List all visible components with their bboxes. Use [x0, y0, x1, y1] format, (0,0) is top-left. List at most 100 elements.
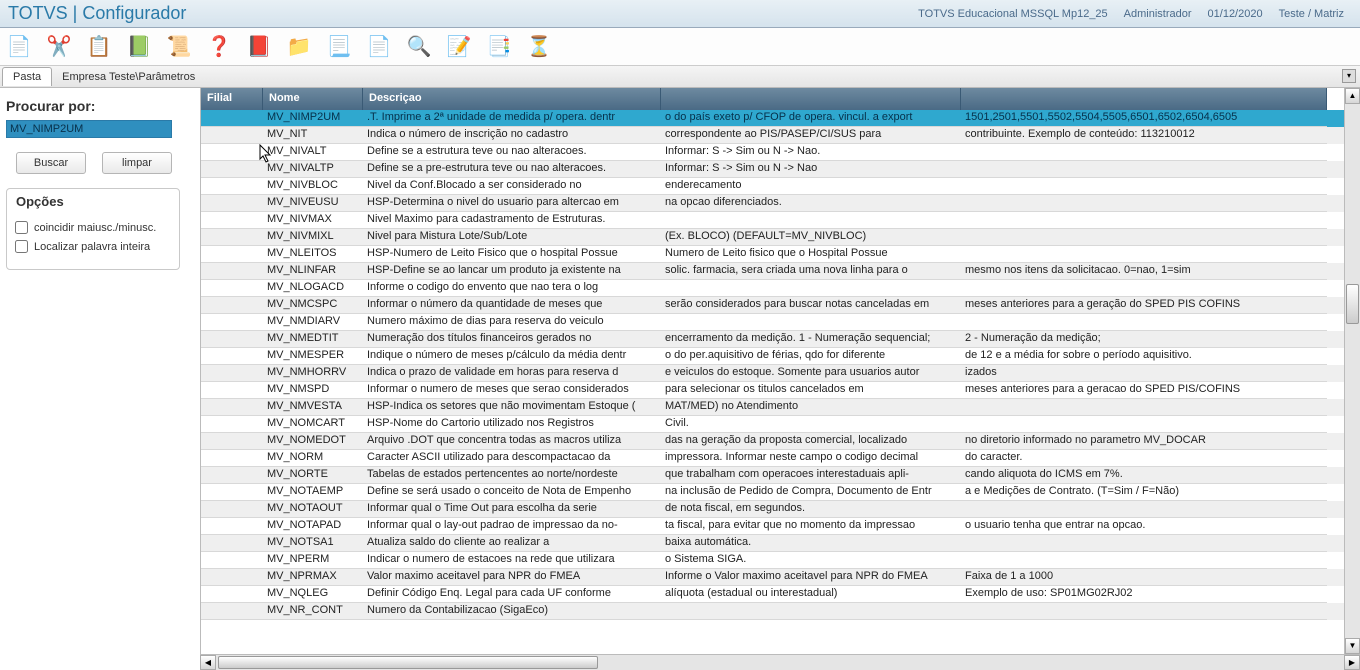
- table-row[interactable]: MV_NIVALTPDefine se a pre-estrutura teve…: [201, 161, 1344, 178]
- scroll-down-icon[interactable]: ▼: [1345, 638, 1360, 654]
- table-row[interactable]: MV_NOTAPADInformar qual o lay-out padrao…: [201, 518, 1344, 535]
- help-icon[interactable]: ❓: [206, 34, 232, 60]
- cell: de nota fiscal, em segundos.: [661, 501, 961, 518]
- scroll-left-icon[interactable]: ◀: [200, 655, 216, 670]
- cell: [961, 178, 1327, 195]
- table-row[interactable]: MV_NIMP2UM.T. Imprime a 2ª unidade de me…: [201, 110, 1344, 127]
- hscroll-thumb[interactable]: [218, 656, 598, 669]
- cell: HSP-Indica os setores que não movimentam…: [363, 399, 661, 416]
- options-box: Opções coincidir maiusc./minusc. Localiz…: [6, 188, 180, 270]
- horizontal-scrollbar[interactable]: ◀ ▶: [200, 654, 1360, 670]
- hscroll-track[interactable]: [216, 655, 1344, 670]
- scroll-right-icon[interactable]: ▶: [1344, 655, 1360, 670]
- table-row[interactable]: MV_NPRMAXValor maximo aceitavel para NPR…: [201, 569, 1344, 586]
- cell: MV_NLINFAR: [263, 263, 363, 280]
- table-row[interactable]: MV_NIVALTDefine se a estrutura teve ou n…: [201, 144, 1344, 161]
- clear-button[interactable]: limpar: [102, 152, 172, 174]
- zoom-page-icon[interactable]: 🔍: [406, 34, 432, 60]
- table-row[interactable]: MV_NIVMIXLNivel para Mistura Lote/Sub/Lo…: [201, 229, 1344, 246]
- col-nome[interactable]: Nome: [263, 88, 363, 110]
- cell: solic. farmacia, sera criada uma nova li…: [661, 263, 961, 280]
- table-row[interactable]: MV_NMHORRVIndica o prazo de validade em …: [201, 365, 1344, 382]
- table-row[interactable]: MV_NOTSA1Atualiza saldo do cliente ao re…: [201, 535, 1344, 552]
- table-row[interactable]: MV_NOTAOUTInformar qual o Time Out para …: [201, 501, 1344, 518]
- cell: MV_NMDIARV: [263, 314, 363, 331]
- env-label: TOTVS Educacional MSSQL Mp12_25: [910, 8, 1116, 20]
- table-row[interactable]: MV_NMVESTAHSP-Indica os setores que não …: [201, 399, 1344, 416]
- whole-word-checkbox[interactable]: [15, 240, 28, 253]
- paste-icon[interactable]: 📋: [86, 34, 112, 60]
- add-page-icon[interactable]: 📄: [366, 34, 392, 60]
- search-button[interactable]: Buscar: [16, 152, 86, 174]
- cell: .T. Imprime a 2ª unidade de medida p/ op…: [363, 110, 661, 127]
- cell: MV_NIT: [263, 127, 363, 144]
- table-row[interactable]: MV_NLEITOSHSP-Numero de Leito Fisico que…: [201, 246, 1344, 263]
- cell: MV_NIVBLOC: [263, 178, 363, 195]
- cell: Numero da Contabilizacao (SigaEco): [363, 603, 661, 620]
- cell: [201, 382, 263, 399]
- table-row[interactable]: MV_NMCSPCInformar o número da quantidade…: [201, 297, 1344, 314]
- filter-icon[interactable]: ⏳: [526, 34, 552, 60]
- table-row[interactable]: MV_NMEDTITNumeração dos títulos financei…: [201, 331, 1344, 348]
- cell: [201, 331, 263, 348]
- cell: 2 - Numeração da medição;: [961, 331, 1327, 348]
- whole-word-label: Localizar palavra inteira: [34, 241, 150, 253]
- vscroll-thumb[interactable]: [1346, 284, 1359, 324]
- cell: Atualiza saldo do cliente ao realizar a: [363, 535, 661, 552]
- vscroll-track[interactable]: [1345, 104, 1360, 638]
- list-icon[interactable]: 📃: [326, 34, 352, 60]
- table-row[interactable]: MV_NMESPERIndique o número de meses p/cá…: [201, 348, 1344, 365]
- col-ext1[interactable]: [661, 88, 961, 110]
- table-row[interactable]: MV_NQLEGDefinir Código Enq. Legal para c…: [201, 586, 1344, 603]
- table-row[interactable]: MV_NPERMIndicar o numero de estacoes na …: [201, 552, 1344, 569]
- cell: [201, 229, 263, 246]
- table-row[interactable]: MV_NORTETabelas de estados pertencentes …: [201, 467, 1344, 484]
- log-icon[interactable]: 📜: [166, 34, 192, 60]
- pages-icon[interactable]: 📑: [486, 34, 512, 60]
- search-input[interactable]: [6, 120, 172, 138]
- table-row[interactable]: MV_NIVBLOCNivel da Conf.Blocado a ser co…: [201, 178, 1344, 195]
- cell: que trabalham com operacoes interestadua…: [661, 467, 961, 484]
- col-filial[interactable]: Filial: [201, 88, 263, 110]
- table-row[interactable]: MV_NIVEUSUHSP-Determina o nivel do usuar…: [201, 195, 1344, 212]
- vertical-scrollbar[interactable]: ▲ ▼ ▼: [1344, 88, 1360, 670]
- cell: Numero de Leito fisico que o Hospital Po…: [661, 246, 961, 263]
- grid-body: MV_NIMP2UM.T. Imprime a 2ª unidade de me…: [201, 110, 1344, 620]
- table-row[interactable]: MV_NLINFARHSP-Define se ao lancar um pro…: [201, 263, 1344, 280]
- cell: HSP-Determina o nivel do usuario para al…: [363, 195, 661, 212]
- match-case-checkbox[interactable]: [15, 221, 28, 234]
- table-row[interactable]: MV_NOMEDOTArquivo .DOT que concentra tod…: [201, 433, 1344, 450]
- table-row[interactable]: MV_NITIndica o número de inscrição no ca…: [201, 127, 1344, 144]
- cell: [961, 229, 1327, 246]
- cell: HSP-Numero de Leito Fisico que o hospita…: [363, 246, 661, 263]
- scroll-up-icon[interactable]: ▲: [1345, 88, 1360, 104]
- table-row[interactable]: MV_NORMCaracter ASCII utilizado para des…: [201, 450, 1344, 467]
- cell: Faixa de 1 a 1000: [961, 569, 1327, 586]
- cell: [961, 144, 1327, 161]
- cell: impressora. Informar neste campo o codig…: [661, 450, 961, 467]
- parameters-grid[interactable]: Filial Nome Descriçao MV_NIMP2UM.T. Impr…: [200, 88, 1344, 670]
- edit-page-icon[interactable]: 📝: [446, 34, 472, 60]
- table-row[interactable]: MV_NLOGACDInforme o codigo do envento qu…: [201, 280, 1344, 297]
- col-descricao[interactable]: Descriçao: [363, 88, 661, 110]
- table-row[interactable]: MV_NOTAEMPDefine se será usado o conceit…: [201, 484, 1344, 501]
- cell: MV_NOTSA1: [263, 535, 363, 552]
- table-row[interactable]: MV_NIVMAXNivel Maximo para cadastramento…: [201, 212, 1344, 229]
- toolbar: 📄 ✂️ 📋 📗 📜 ❓ 📕 📁 📃 📄 🔍 📝 📑 ⏳: [0, 28, 1360, 66]
- table-row[interactable]: MV_NR_CONTNumero da Contabilizacao (Siga…: [201, 603, 1344, 620]
- table-row[interactable]: MV_NOMCARTHSP-Nome do Cartorio utilizado…: [201, 416, 1344, 433]
- folder-icon[interactable]: 📁: [286, 34, 312, 60]
- table-row[interactable]: MV_NMDIARVNumero máximo de dias para res…: [201, 314, 1344, 331]
- table-row[interactable]: MV_NMSPDInformar o numero de meses que s…: [201, 382, 1344, 399]
- cell: izados: [961, 365, 1327, 382]
- cell: [961, 161, 1327, 178]
- breadcrumb-dropdown-icon[interactable]: ▾: [1342, 69, 1356, 83]
- cell: MV_NOMCART: [263, 416, 363, 433]
- book-icon[interactable]: 📗: [126, 34, 152, 60]
- exit-icon[interactable]: 📕: [246, 34, 272, 60]
- col-ext2[interactable]: [961, 88, 1327, 110]
- cut-icon[interactable]: ✂️: [46, 34, 72, 60]
- cell: enderecamento: [661, 178, 961, 195]
- tab-pasta[interactable]: Pasta: [2, 67, 52, 86]
- new-icon[interactable]: 📄: [6, 34, 32, 60]
